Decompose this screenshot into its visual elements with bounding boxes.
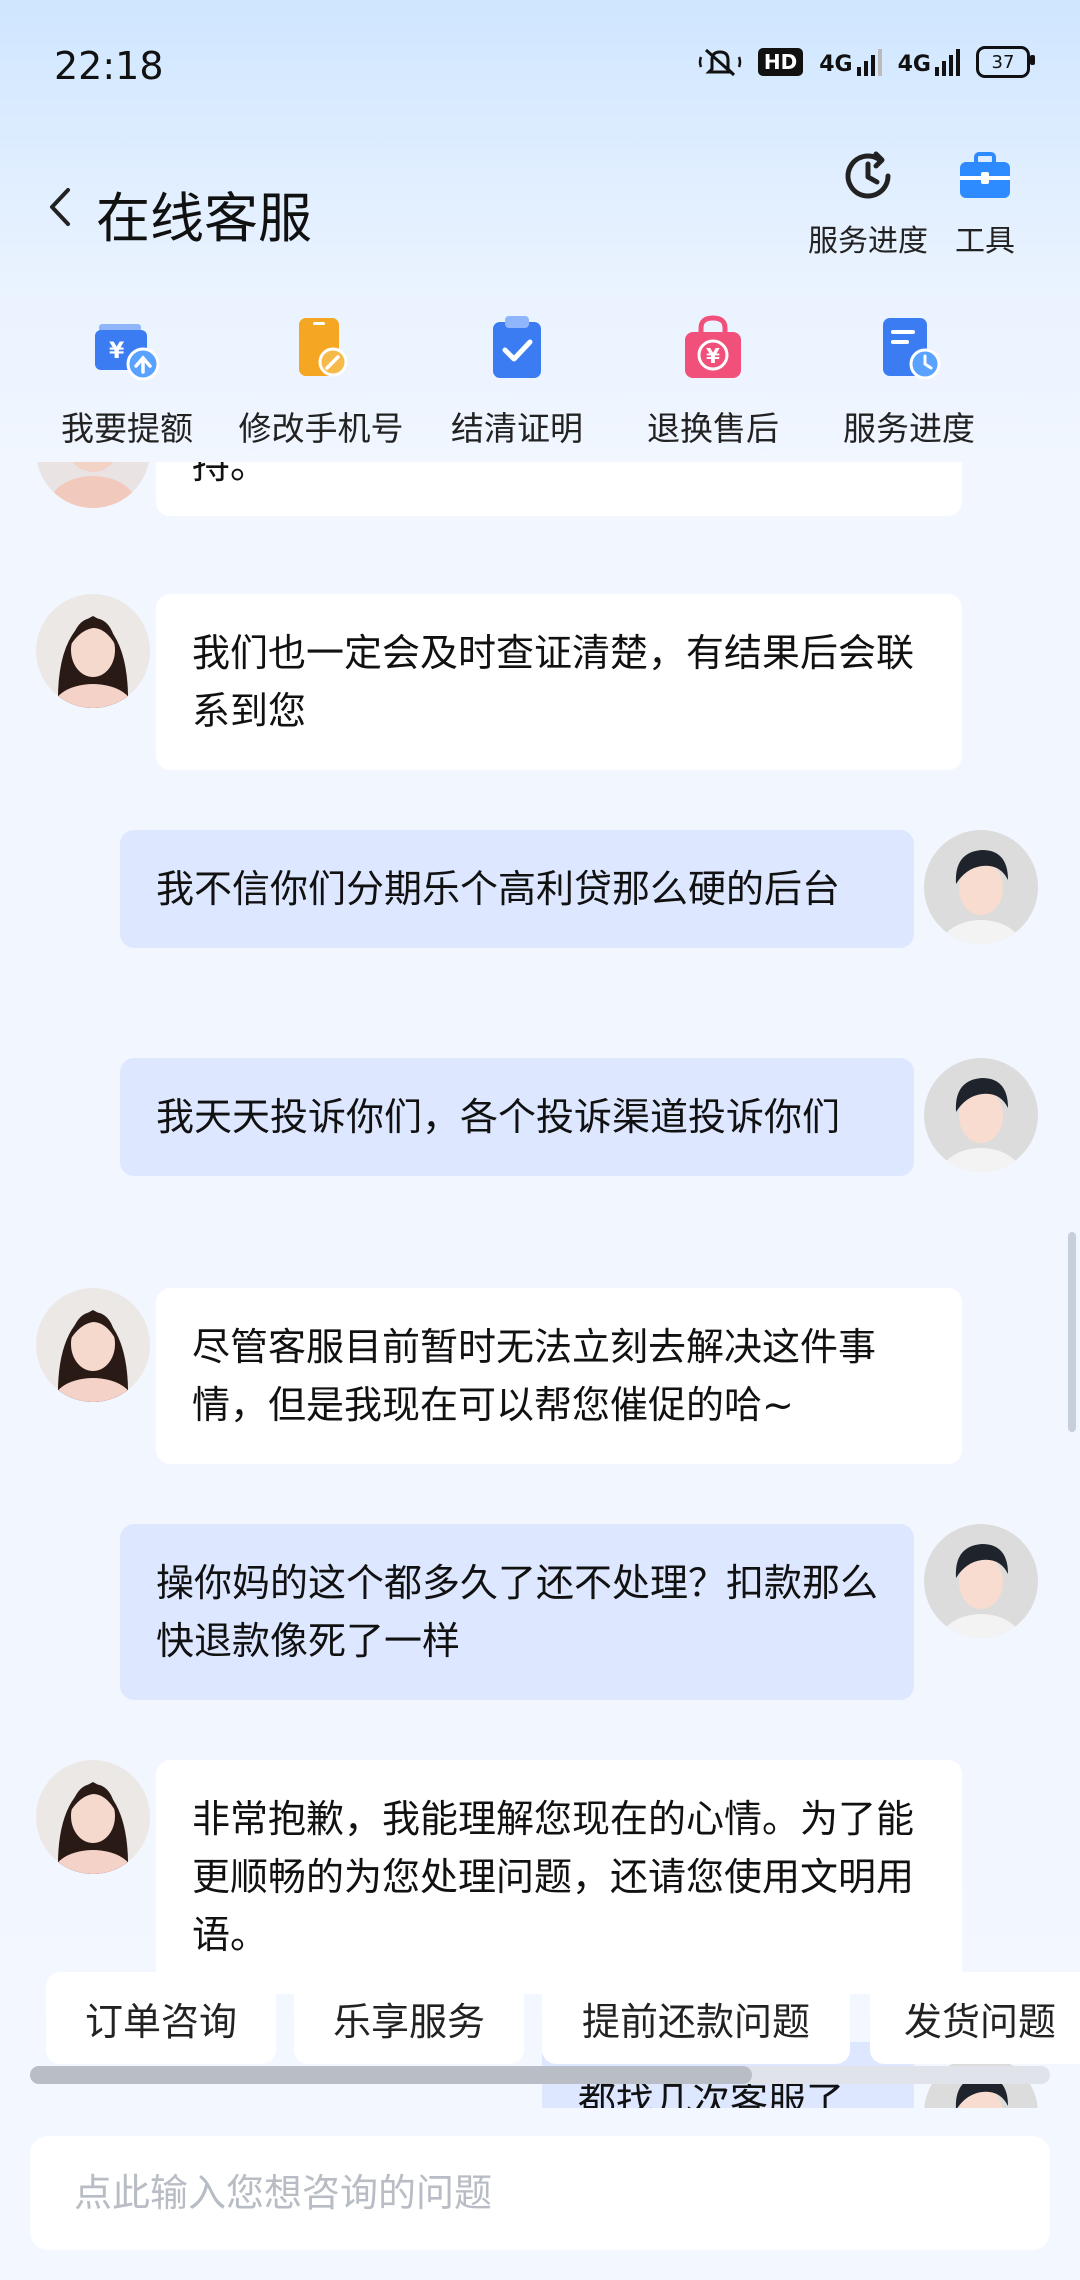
agent-message: 我们也一定会及时查证清楚，有结果后会联系到您 bbox=[156, 594, 962, 770]
shortcut-raise-limit[interactable]: ¥ 我要提额 bbox=[32, 312, 222, 450]
shortcut-label: 修改手机号 bbox=[238, 409, 404, 448]
svg-text:¥: ¥ bbox=[109, 339, 125, 364]
chat-messages[interactable]: 持。 我们也一定会及时查证清楚，有结果后会联系到您 我不信你们分期乐个高利贷那么… bbox=[0, 462, 1080, 2108]
svg-text:¥: ¥ bbox=[706, 344, 720, 368]
shopping-bag-icon: ¥ bbox=[685, 315, 741, 378]
quick-reply-order-inquiry[interactable]: 订单咨询 bbox=[46, 1972, 276, 2064]
shortcut-returns[interactable]: ¥ 退换售后 bbox=[618, 312, 808, 450]
quick-reply-lexiang-service[interactable]: 乐享服务 bbox=[294, 1972, 524, 2064]
shortcut-settlement-proof[interactable]: 结清证明 bbox=[422, 312, 612, 450]
agent-message: 尽管客服目前暂时无法立刻去解决这件事情，但是我现在可以帮您催促的哈~ bbox=[156, 1288, 962, 1464]
agent-avatar bbox=[36, 594, 150, 708]
shortcut-label: 服务进度 bbox=[843, 409, 975, 448]
signal-icon-1: 4G bbox=[819, 47, 882, 77]
clock-icon bbox=[845, 151, 891, 199]
agent-avatar bbox=[36, 1288, 150, 1402]
phone-edit-icon bbox=[299, 318, 348, 377]
agent-avatar bbox=[36, 1760, 150, 1874]
battery-level: 37 bbox=[991, 51, 1015, 73]
user-avatar bbox=[924, 1524, 1038, 1638]
signal-icon-2: 4G bbox=[898, 47, 960, 77]
network-type-1: 4G bbox=[819, 52, 853, 77]
user-avatar bbox=[924, 1058, 1038, 1172]
hd-badge: HD bbox=[757, 48, 804, 76]
tools-button[interactable]: 工具 bbox=[955, 148, 1015, 260]
agent-avatar bbox=[36, 462, 150, 508]
clipboard-check-icon bbox=[493, 316, 541, 378]
quick-reply-shipping-issue[interactable]: 发货问题 bbox=[870, 1972, 1080, 2064]
user-message: 操你妈的这个都多久了还不处理？扣款那么快退款像死了一样 bbox=[120, 1524, 914, 1700]
tools-label: 工具 bbox=[955, 224, 1015, 259]
wallet-up-icon: ¥ bbox=[95, 324, 160, 381]
toolbox-icon bbox=[960, 152, 1010, 198]
page-title: 在线客服 bbox=[96, 187, 312, 250]
quick-reply-scrollbar-thumb[interactable] bbox=[30, 2066, 752, 2084]
signal-bars-icon bbox=[935, 49, 960, 76]
status-icons: HD 4G 4G 37 bbox=[698, 46, 1035, 78]
shortcut-label: 结清证明 bbox=[451, 409, 583, 448]
battery-icon: 37 bbox=[976, 46, 1035, 78]
signal-bars-icon bbox=[856, 49, 882, 76]
user-avatar bbox=[924, 830, 1038, 944]
network-type-2: 4G bbox=[897, 52, 931, 77]
document-clock-icon bbox=[883, 318, 941, 380]
shortcut-service-progress[interactable]: 服务进度 bbox=[814, 312, 1004, 450]
user-message: 我天天投诉你们，各个投诉渠道投诉你们 bbox=[120, 1058, 914, 1176]
back-arrow-icon[interactable] bbox=[40, 182, 80, 232]
message-input[interactable] bbox=[30, 2136, 1050, 2250]
status-time: 22:18 bbox=[54, 44, 164, 88]
quick-reply-early-repayment[interactable]: 提前还款问题 bbox=[542, 1972, 850, 2064]
agent-message: 非常抱歉，我能理解您现在的心情。为了能更顺畅的为您处理问题，还请您使用文明用语。 bbox=[156, 1760, 962, 1994]
chat-scrollbar[interactable] bbox=[1068, 1232, 1076, 1432]
mute-bell-icon bbox=[698, 48, 742, 77]
shortcut-label: 我要提额 bbox=[61, 409, 193, 448]
service-progress-button[interactable]: 服务进度 bbox=[808, 148, 928, 260]
agent-message: 持。 bbox=[156, 462, 962, 516]
shortcut-label: 退换售后 bbox=[647, 409, 779, 448]
shortcut-change-phone[interactable]: 修改手机号 bbox=[226, 312, 416, 450]
service-progress-label: 服务进度 bbox=[808, 224, 928, 259]
user-message: 我不信你们分期乐个高利贷那么硬的后台 bbox=[120, 830, 914, 948]
